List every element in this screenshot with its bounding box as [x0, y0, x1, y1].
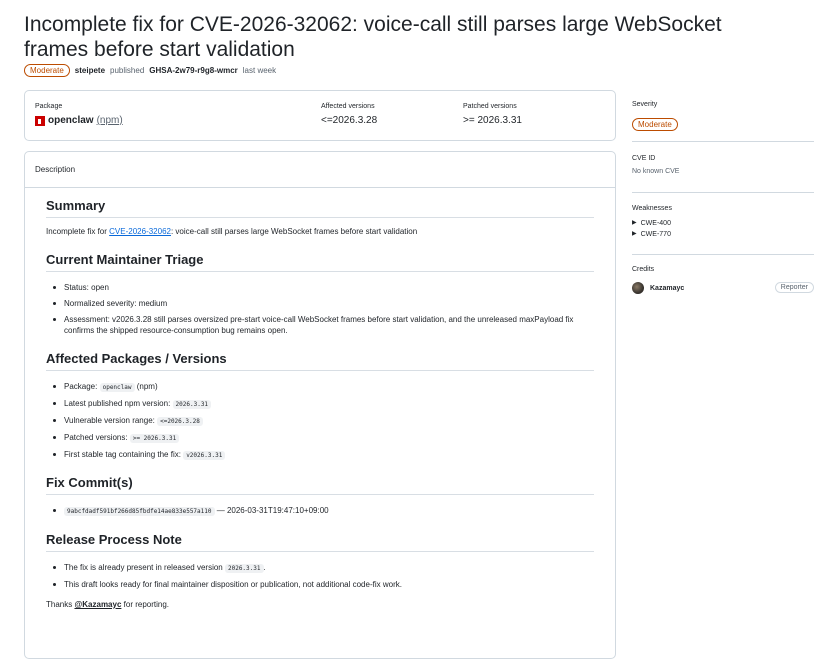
list-item: Assessment: v2026.3.28 still parses over… [46, 314, 594, 336]
fix-heading: Fix Commit(s) [46, 475, 594, 495]
summary-heading: Summary [46, 198, 594, 218]
item-text: Vulnerable version range: [64, 416, 155, 425]
author-link[interactable]: steipete [75, 66, 105, 75]
patched-column: Patched versions >= 2026.3.31 [463, 103, 522, 126]
inline-code: <=2026.3.28 [157, 417, 203, 426]
npm-icon [35, 115, 45, 126]
cve-section: CVE ID No known CVE [632, 155, 814, 175]
inline-code: 2026.3.31 [224, 564, 264, 573]
summary-suffix: : voice-call still parses large WebSocke… [170, 227, 418, 236]
list-item: 9abcfdadf591bf266d85fbdfe14ae833e557a110… [46, 505, 594, 517]
thanks-suffix: for reporting. [123, 600, 169, 609]
package-name: openclaw [48, 115, 94, 126]
item-text: The fix is already present in released v… [64, 563, 223, 572]
list-item: Package: openclaw (npm) [46, 381, 594, 393]
weakness-label: CWE-400 [640, 220, 671, 227]
package-column: Package openclaw (npm) [35, 103, 123, 126]
list-item: Patched versions: >= 2026.3.31 [46, 432, 594, 444]
user-mention-link[interactable]: @Kazamayc [74, 600, 121, 609]
inline-code: >= 2026.3.31 [129, 434, 180, 443]
item-text: Patched versions: [64, 433, 128, 442]
thanks-prefix: Thanks [46, 600, 73, 609]
severity-badge: Moderate [24, 64, 70, 77]
affected-column: Affected versions <=2026.3.28 [321, 103, 377, 126]
affected-value: <=2026.3.28 [321, 115, 378, 126]
divider [632, 254, 814, 255]
weakness-label: CWE-770 [640, 231, 671, 238]
published-when: last week [242, 66, 277, 75]
credit-row: Kazamayc Reporter [632, 282, 814, 294]
ecosystem-link[interactable]: (npm) [97, 115, 123, 126]
affected-label: Affected versions [321, 103, 375, 110]
severity-section: Severity Moderate [632, 101, 814, 132]
triage-list: Status: open Normalized severity: medium… [46, 282, 594, 336]
commit-date: — 2026-03-31T19:47:10+09:00 [214, 506, 329, 515]
list-item: Normalized severity: medium [46, 298, 594, 309]
patched-label: Patched versions [463, 103, 517, 110]
advisory-title: Incomplete fix for CVE-2026-32062: voice… [24, 13, 722, 61]
affected-heading: Affected Packages / Versions [46, 351, 594, 371]
inline-code: 2026.3.31 [172, 400, 212, 409]
divider [632, 192, 814, 193]
description-header: Description [25, 152, 615, 188]
affected-list: Package: openclaw (npm) Latest published… [46, 381, 594, 461]
release-heading: Release Process Note [46, 532, 594, 552]
divider [632, 141, 814, 142]
item-text: Package: [64, 382, 98, 391]
list-item: Vulnerable version range: <=2026.3.28 [46, 415, 594, 427]
severity-label: Severity [632, 101, 658, 108]
summary-prefix: Incomplete fix for [46, 227, 107, 236]
weakness-item[interactable]: ▶ CWE-770 [632, 229, 814, 240]
release-list: The fix is already present in released v… [46, 562, 594, 590]
caret-right-icon: ▶ [632, 231, 637, 237]
credits-section: Credits Kazamayc Reporter [632, 266, 814, 294]
cve-label: CVE ID [632, 155, 656, 162]
role-badge: Reporter [774, 282, 814, 293]
list-item: Status: open [46, 282, 594, 293]
advisory-meta: Moderate steipete published GHSA-2w79-r9… [24, 64, 276, 77]
package-label: Package [35, 103, 63, 110]
list-item: First stable tag containing the fix: v20… [46, 449, 594, 461]
item-text: First stable tag containing the fix: [64, 450, 181, 459]
item-suffix: (npm) [134, 382, 158, 391]
list-item: Latest published npm version: 2026.3.31 [46, 398, 594, 410]
summary-text: Incomplete fix for CVE-2026-32062: voice… [46, 226, 594, 237]
published-text: published [110, 66, 145, 75]
weaknesses-section: Weaknesses ▶ CWE-400 ▶ CWE-770 [632, 205, 814, 240]
avatar[interactable] [632, 282, 644, 294]
thanks-text: Thanks @Kazamayc for reporting. [46, 599, 594, 610]
list-item: This draft looks ready for final maintai… [46, 579, 594, 590]
triage-heading: Current Maintainer Triage [46, 252, 594, 272]
cve-value: No known CVE [632, 168, 680, 175]
cve-link[interactable]: CVE-2026-32062 [109, 227, 171, 236]
item-suffix: . [263, 563, 266, 572]
weaknesses-label: Weaknesses [632, 205, 672, 212]
credit-username[interactable]: Kazamayc [650, 285, 684, 292]
inline-code: v2026.3.31 [183, 451, 226, 460]
description-box: Description Summary Incomplete fix for C… [24, 151, 616, 659]
weakness-item[interactable]: ▶ CWE-400 [632, 218, 814, 229]
severity-badge: Moderate [632, 118, 678, 131]
commit-hash-link[interactable]: 9abcfdadf591bf266d85fbdfe14ae833e557a110 [64, 507, 215, 516]
fix-list: 9abcfdadf591bf266d85fbdfe14ae833e557a110… [46, 505, 594, 517]
inline-code: openclaw [99, 383, 135, 392]
list-item: The fix is already present in released v… [46, 562, 594, 574]
patched-value: >= 2026.3.31 [463, 115, 522, 126]
description-body: Summary Incomplete fix for CVE-2026-3206… [25, 198, 615, 610]
advisory-id: GHSA-2w79-r9g8-wmcr [149, 66, 238, 75]
credits-label: Credits [632, 266, 655, 273]
package-box: Package openclaw (npm) Affected versions… [24, 90, 616, 141]
item-text: Latest published npm version: [64, 399, 171, 408]
caret-right-icon: ▶ [632, 220, 637, 226]
